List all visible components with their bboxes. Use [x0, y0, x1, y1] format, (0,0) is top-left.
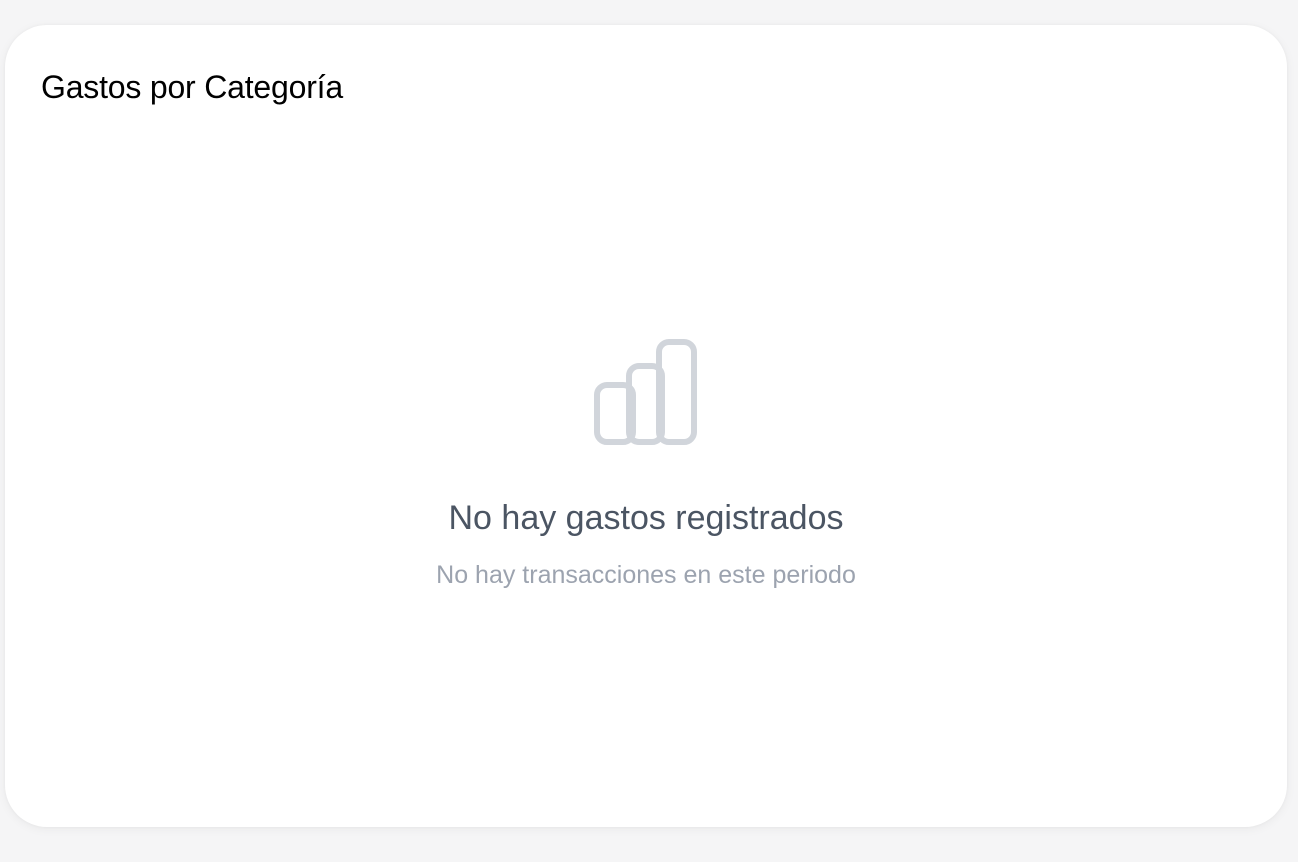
empty-state-subtext: No hay transacciones en este periodo: [436, 561, 856, 589]
card-title: Gastos por Categoría: [41, 69, 343, 105]
empty-state: No hay gastos registrados No hay transac…: [5, 339, 1287, 590]
empty-state-heading: No hay gastos registrados: [448, 499, 844, 537]
bar-chart-icon: [594, 339, 697, 445]
expenses-by-category-card: Gastos por Categoría No hay gastos regis…: [5, 25, 1287, 827]
